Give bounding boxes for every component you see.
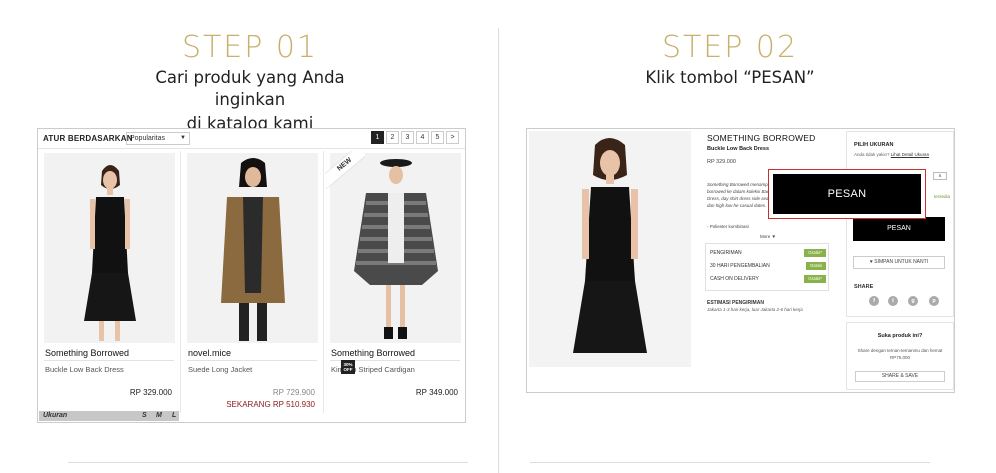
step1-title: STEP 01 — [181, 30, 319, 65]
how-to-order-page: STEP 01 Cari produk yang Anda inginkan d… — [0, 0, 996, 473]
share-label: SHARE — [854, 284, 874, 290]
product-brand: SOMETHING BORROWED — [707, 133, 816, 143]
model-suede-jacket-illustration — [187, 153, 318, 343]
page-2-button[interactable]: 2 — [386, 131, 399, 144]
page-4-button[interactable]: 4 — [416, 131, 429, 144]
cod-row: CASH ON DELIVERY Gratis* — [710, 274, 826, 284]
column-divider — [498, 28, 499, 473]
sort-dropdown[interactable]: Popularitas ▼ — [126, 132, 190, 145]
step1-line1: Cari produk yang Anda inginkan — [155, 68, 345, 109]
size-select[interactable]: S — [933, 172, 947, 180]
pinterest-icon[interactable]: p — [929, 296, 939, 306]
model-black-dress-illustration — [44, 153, 175, 343]
model-black-dress-large-illustration — [529, 131, 691, 367]
free-tag: Gratis* — [804, 249, 826, 257]
return-label: 30 HARI PENGEMBALIAN — [710, 263, 770, 269]
estimate-title: ESTIMASI PENGIRIMAN — [707, 300, 764, 306]
chevron-down-icon: ▼ — [180, 135, 186, 141]
product-brand-1[interactable]: Something Borrowed — [45, 348, 129, 358]
product-page-screenshot: SOMETHING BORROWED Buckle Low Back Dress… — [526, 128, 955, 393]
product-sale-price-2: SEKARANG RP 510.930 — [226, 400, 315, 409]
order-button-zoomed[interactable]: PESAN — [773, 174, 921, 214]
sort-value: Popularitas — [130, 135, 166, 142]
page-1-button[interactable]: 1 — [371, 131, 384, 144]
bottom-divider-right — [530, 462, 930, 463]
size-bar-label: Ukuran — [43, 412, 68, 419]
step2-line1: Klik tombol “PESAN” — [645, 68, 815, 87]
sale-badge: 30% OFF — [341, 360, 355, 374]
size-option-m[interactable]: M — [156, 412, 162, 419]
order-button[interactable]: PESAN — [853, 217, 945, 241]
step1-header: STEP 01 Cari produk yang Anda inginkan d… — [120, 30, 380, 135]
pagination: 1 2 3 4 5 > — [371, 131, 459, 144]
product-divider-2 — [187, 360, 317, 361]
size-help-question: Anda tidak yakin? — [854, 152, 890, 157]
product-original-price-2: RP 729.900 — [272, 388, 315, 397]
page-5-button[interactable]: 5 — [431, 131, 444, 144]
next-page-button[interactable]: > — [446, 131, 459, 144]
product-card-2[interactable]: novel.mice Suede Long Jacket RP 729.900 … — [181, 151, 321, 413]
new-badge-label: NEW — [325, 151, 365, 189]
product-card-1[interactable]: Something Borrowed Buckle Low Back Dress… — [38, 151, 178, 413]
purchase-panel: PILIH UKURAN Anda tidak yakin? Lihat Det… — [846, 131, 954, 317]
product-brand-2[interactable]: novel.mice — [188, 348, 231, 358]
product-image-2[interactable] — [187, 153, 318, 343]
product-price-3: RP 349.000 — [415, 388, 458, 397]
cod-label: CASH ON DELIVERY — [710, 276, 759, 282]
google-plus-icon[interactable]: g — [908, 296, 918, 306]
product-price-1: RP 329.000 — [129, 388, 172, 397]
estimate-text: Jakarta 1-3 hari kerja, luar Jakarta 2-6… — [707, 307, 803, 312]
twitter-icon[interactable]: t — [888, 296, 898, 306]
bottom-divider-left — [68, 462, 468, 463]
shipping-label: PENGIRIMAN — [710, 250, 742, 256]
product-name: Buckle Low Back Dress — [707, 146, 770, 152]
shipping-row: PENGIRIMAN Gratis* — [710, 248, 826, 258]
facebook-icon[interactable]: f — [869, 296, 879, 306]
share-and-save-button[interactable]: SHARE & SAVE — [855, 371, 945, 382]
size-filter-bar[interactable]: Ukuran S M L — [39, 411, 179, 421]
product-brand-3[interactable]: Something Borrowed — [331, 348, 415, 358]
page-3-button[interactable]: 3 — [401, 131, 414, 144]
size-help-text: Anda tidak yakin? Lihat Detail Ukuran — [854, 152, 929, 157]
product-price: RP 329.000 — [707, 159, 736, 165]
share-promo-text: Share dengan teman-temanmu dan hemat RP7… — [857, 348, 943, 360]
catalog-toolbar: ATUR BERDASARKAN Popularitas ▼ 1 2 3 4 5… — [38, 129, 465, 149]
product-material: - Poliester kombinasi — [707, 224, 749, 229]
return-row: 30 HARI PENGEMBALIAN Gratis — [710, 261, 826, 271]
more-link[interactable]: More ▼ — [760, 234, 776, 239]
free-tag: Gratis — [805, 262, 826, 270]
share-save-panel: Suka produk ini? Share dengan teman-tema… — [846, 322, 954, 390]
shipping-info-box: PENGIRIMAN Gratis* 30 HARI PENGEMBALIAN … — [705, 243, 829, 291]
availability-text: tersedia — [934, 194, 951, 199]
size-option-s[interactable]: S — [142, 412, 147, 419]
step2-header: STEP 02 Klik tombol “PESAN” — [610, 30, 850, 89]
order-button-highlight: PESAN — [768, 169, 926, 219]
product-name-1[interactable]: Buckle Low Back Dress — [45, 365, 124, 374]
product-divider-1 — [44, 360, 174, 361]
save-for-later-button[interactable]: ♥ SIMPAN UNTUK NANTI — [853, 256, 945, 269]
free-tag: Gratis* — [804, 275, 826, 283]
step2-title: STEP 02 — [661, 30, 799, 65]
sort-label: ATUR BERDASARKAN — [43, 134, 133, 143]
product-main-image[interactable] — [529, 131, 691, 367]
like-product-title: Suka produk ini? — [877, 333, 923, 339]
catalog-screenshot: ATUR BERDASARKAN Popularitas ▼ 1 2 3 4 5… — [37, 128, 466, 423]
product-image-1[interactable] — [44, 153, 175, 343]
product-name-2[interactable]: Suede Long Jacket — [188, 365, 252, 374]
choose-size-label: PILIH UKURAN — [854, 142, 894, 148]
new-ribbon: NEW — [325, 151, 365, 191]
size-guide-link[interactable]: Lihat Detail Ukuran — [891, 152, 929, 157]
size-option-l[interactable]: L — [172, 412, 176, 419]
